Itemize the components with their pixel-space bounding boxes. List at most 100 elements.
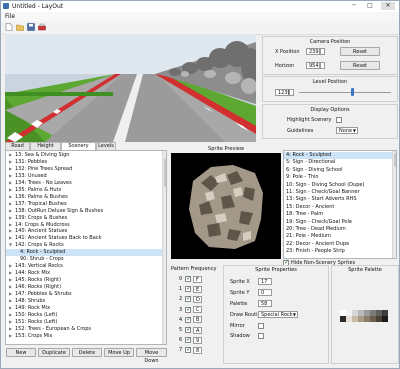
frequency-value-input[interactable]: C (193, 306, 202, 314)
tab-road-view[interactable]: Road View (5, 142, 30, 156)
x-position-input[interactable]: 239 (306, 48, 320, 55)
tree-item[interactable]: ▶ 148: Shrubs (6, 298, 164, 305)
x-position-spinner[interactable] (320, 48, 325, 55)
tree-item[interactable]: ▼ 142: Crops & Rocks (6, 242, 164, 249)
shadow-checkbox[interactable] (258, 333, 264, 339)
tree-item[interactable]: ▶ 134: Trees - No Leaves (6, 180, 164, 187)
tree-item[interactable]: ▶ 147: Pebbles & Shrubs (6, 291, 164, 298)
tree-item[interactable]: ▶ 138: OutRun Deluxe Sign & Bushes (6, 208, 164, 215)
move-down-button[interactable]: Move Down (136, 348, 167, 364)
tree-scrollbar-thumb[interactable] (163, 159, 166, 187)
tree-item[interactable]: ▶ 143: Vertical Rocks (6, 263, 164, 270)
sprite-x-input[interactable]: 17 (258, 278, 272, 285)
sprite-y-input[interactable]: 0 (258, 289, 272, 296)
maximize-button[interactable]: □ (363, 2, 377, 10)
tree-item[interactable]: ▶ 13: Sea & Diving Sign (6, 152, 164, 159)
open-folder-icon[interactable] (16, 23, 24, 31)
tree-item[interactable]: ▶ 145: Rocks (Right) (6, 277, 164, 284)
level-position-spinner[interactable] (289, 89, 294, 96)
sprite-list-item[interactable]: 20: Tree - Dead Medium (284, 226, 393, 233)
frequency-value-input[interactable]: D (193, 295, 202, 303)
guidelines-select[interactable]: None ▼ (336, 127, 358, 134)
tree-item[interactable]: ▶ 136: Palms & Bushes (6, 194, 164, 201)
sprite-list-item[interactable]: 19: Sign - Check/Goal Pole (284, 219, 393, 226)
frequency-value-input[interactable]: 8 (193, 346, 202, 354)
new-file-icon[interactable] (5, 23, 13, 31)
tree-item[interactable]: ▶ 132: Pine Trees Spread (6, 166, 164, 173)
level-slider-thumb[interactable] (350, 88, 354, 96)
tree-item[interactable]: ▶ 141: Ancient Statues Back to Back (6, 235, 164, 242)
sprite-list-scrollbar-thumb[interactable] (393, 153, 396, 167)
tab-levels[interactable]: Levels (96, 142, 116, 150)
frequency-checkbox[interactable] (185, 285, 191, 293)
save-icon[interactable] (27, 23, 35, 31)
tree-item[interactable]: ▶ 137: Tropical Bushes (6, 201, 164, 208)
tree-item[interactable]: ▶ 152: Trees - European & Crops (6, 326, 164, 333)
tree-item[interactable]: ▶ 133: Unused (6, 173, 164, 180)
tree-item[interactable]: ▶ 150: Rocks (Left) (6, 312, 164, 319)
frequency-value-input[interactable]: E (193, 285, 202, 293)
frequency-checkbox[interactable] (185, 295, 191, 303)
frequency-value-input[interactable]: B (193, 316, 202, 324)
tree-child-item[interactable]: 4: Rock - Sculpted (6, 249, 166, 256)
tree-item[interactable]: ▶ 135: Palms & Huts (6, 187, 164, 194)
new-button[interactable]: New (6, 348, 36, 357)
tree-item[interactable]: ▶ 140: Ancient Statues (6, 228, 164, 235)
horizon-input[interactable]: 954 (306, 62, 320, 69)
level-position-input[interactable]: 1230 (275, 89, 291, 96)
frequency-checkbox[interactable] (185, 306, 191, 313)
sprite-list-item[interactable]: 5: Sign - Directional (284, 159, 393, 166)
sprite-list-item[interactable]: 4: Rock - Sculpted (284, 152, 393, 159)
road-preview-viewport[interactable] (5, 34, 256, 142)
sprite-list-item[interactable]: 21: Pole - Medium (284, 233, 393, 240)
export-icon[interactable] (38, 23, 46, 31)
horizon-spinner[interactable] (320, 62, 325, 69)
sprite-list-item[interactable]: 18: Tree - Palm (284, 211, 393, 218)
frequency-value-input[interactable]: A (193, 326, 202, 334)
tree-item[interactable]: ▶ 131: Pebbles (6, 159, 164, 166)
sprite-list-scrollbar[interactable] (392, 151, 396, 258)
tab-scenery-patterns[interactable]: Scenery Patterns (61, 142, 96, 156)
sprite-list-item[interactable]: 22: Decor - Ancient Dupe (284, 241, 393, 248)
x-position-reset-button[interactable]: Reset (340, 47, 380, 56)
sprite-list-item[interactable]: 10: Sign - Diving School (Dupe) (284, 182, 393, 189)
draw-routine-select[interactable]: Special Rock ▼ (258, 311, 298, 318)
tree-item[interactable]: ▶ 144: Rock Mix (6, 270, 164, 277)
frequency-checkbox[interactable] (185, 326, 191, 333)
close-button[interactable]: ✕ (381, 2, 395, 10)
mirror-checkbox[interactable] (258, 323, 264, 329)
frequency-checkbox[interactable] (185, 316, 191, 323)
frequency-checkbox[interactable] (185, 275, 191, 282)
sprite-list-item[interactable]: 23: Finish - People Strip (284, 248, 393, 255)
tree-item[interactable]: ▶ 153: Crops Mix (6, 333, 164, 340)
frequency-checkbox[interactable] (185, 336, 191, 344)
frequency-checkbox[interactable] (185, 346, 191, 354)
move-up-button[interactable]: Move Up (104, 348, 134, 357)
sprite-list-item[interactable]: 15: Decor - Ancient (284, 204, 393, 211)
frequency-value-input[interactable]: 9 (193, 336, 202, 344)
sprite-list-item[interactable]: 11: Sign - Check/Goal Banner (284, 189, 393, 196)
tree-item[interactable]: ▶ 149: Rock Mix (6, 305, 164, 312)
tree-item[interactable]: ▶ 146: Rocks (Right) (6, 284, 164, 291)
tree-child-item[interactable]: 90: Shrub - Crops (6, 256, 166, 263)
minimize-button[interactable]: ─ (347, 2, 361, 10)
tree-scrollbar[interactable] (162, 151, 166, 344)
frequency-value-input[interactable]: F (193, 275, 202, 283)
palette-swatch[interactable] (382, 316, 388, 322)
tree-item[interactable]: ▶ 14: Crops & Mudcross (6, 222, 164, 229)
delete-button[interactable]: Delete (72, 348, 102, 357)
level-slider-track[interactable] (299, 92, 391, 93)
horizon-reset-button[interactable]: Reset (340, 61, 380, 70)
sprite-list-item[interactable]: 13: Sign - Start Adverts RHS (284, 196, 393, 203)
highlight-scenery-checkbox[interactable] (336, 117, 342, 123)
menu-file[interactable]: File (5, 13, 15, 20)
palette-input[interactable]: 58 (258, 300, 272, 307)
tree-item[interactable]: ▶ 151: Rocks (Left) (6, 319, 164, 326)
sprite-list-item[interactable]: 9: Pole - Thin (284, 174, 393, 181)
sprite-list-item[interactable]: 6: Sign - Diving School (284, 167, 393, 174)
sprite-list[interactable]: 4: Rock - Sculpted 5: Sign - Directional 6… (283, 150, 397, 259)
tree-item[interactable]: ▶ 139: Crops & Bushes (6, 215, 164, 222)
tab-height-entries[interactable]: Height Entries (30, 142, 61, 156)
duplicate-button[interactable]: Duplicate (38, 348, 70, 357)
scenery-pattern-tree[interactable]: ▶ 13: Sea & Diving Sign ▶ 131: Pebbles ▶ 132:… (5, 150, 167, 345)
